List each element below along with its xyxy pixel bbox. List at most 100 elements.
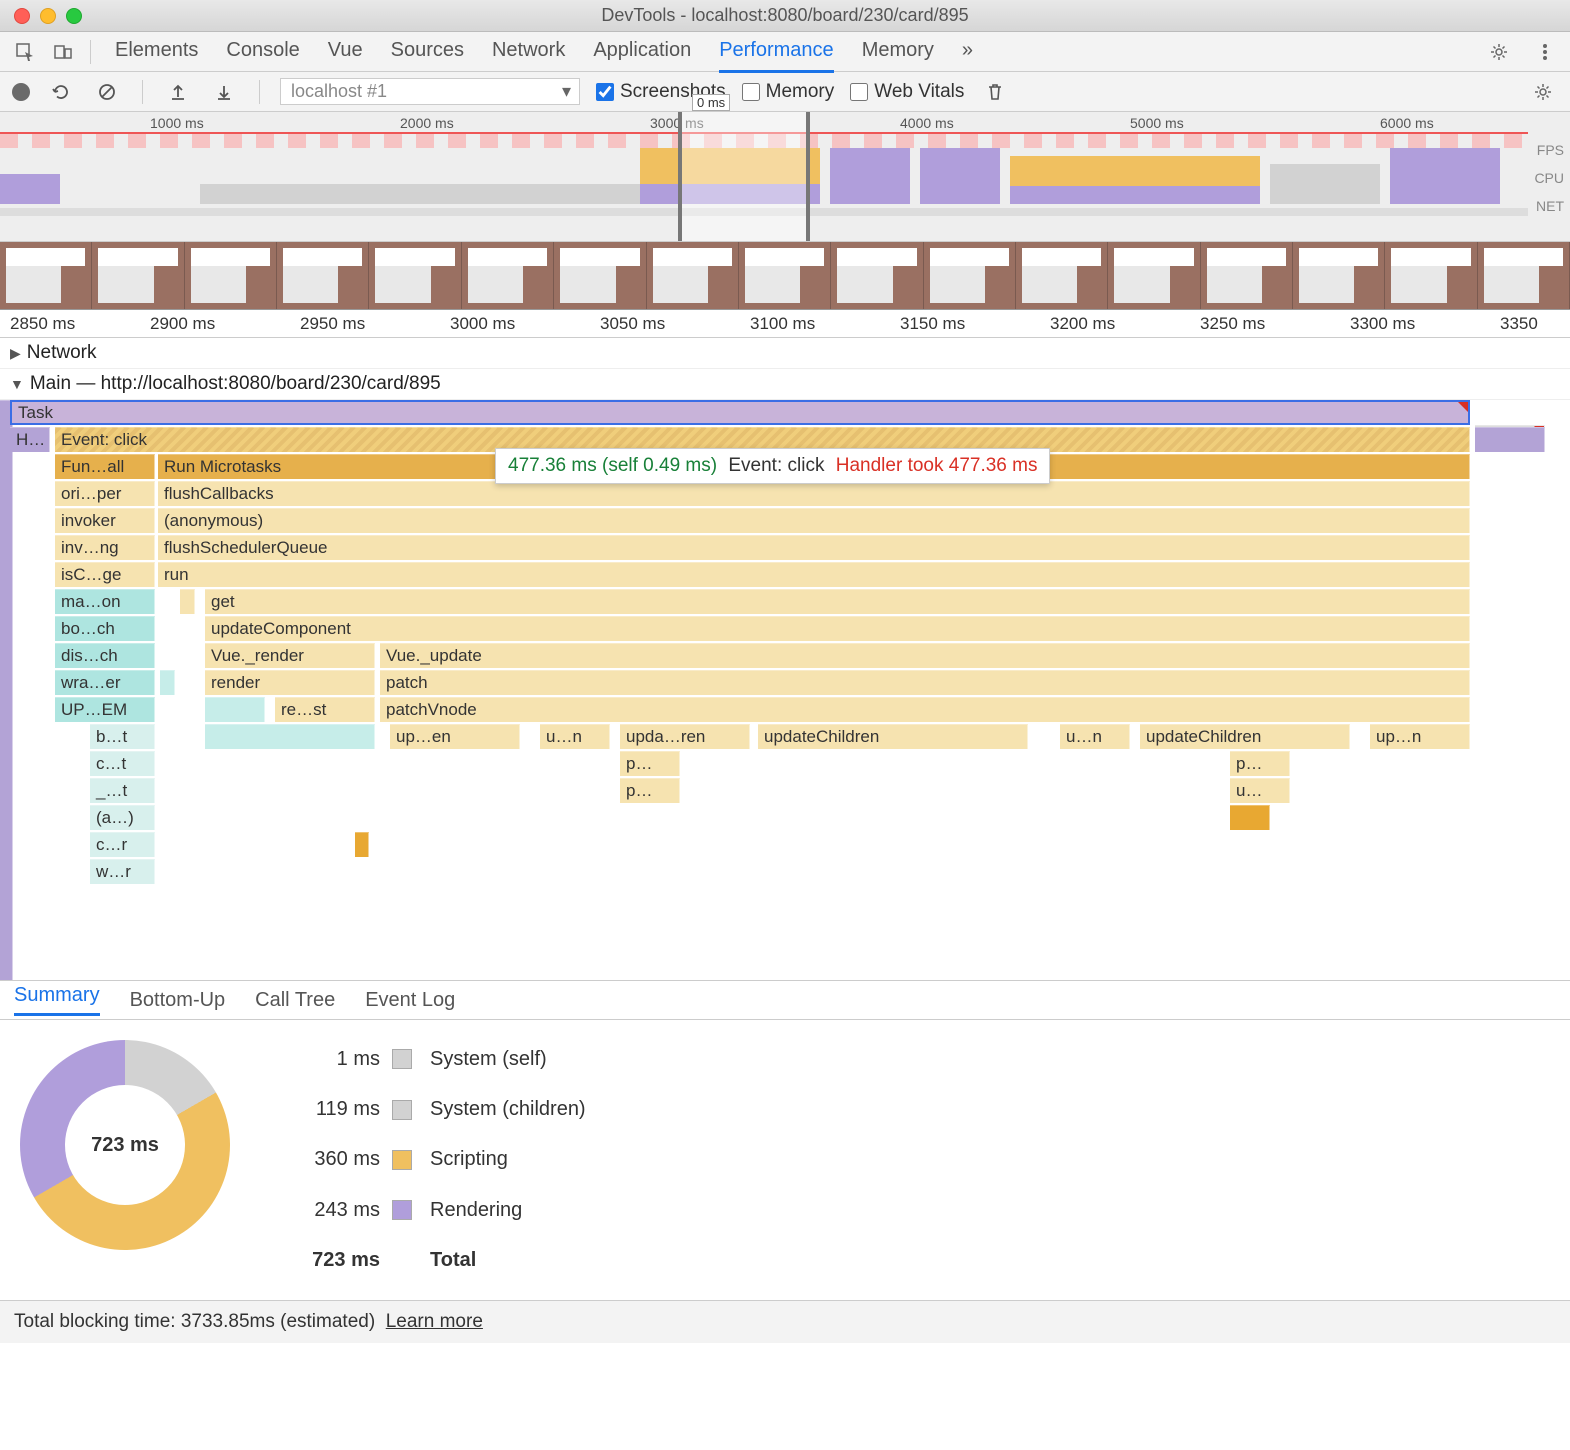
- screenshot-strip[interactable]: [0, 242, 1570, 310]
- screenshot-thumb[interactable]: [369, 242, 461, 309]
- tab-event-log[interactable]: Event Log: [365, 989, 455, 1012]
- screenshot-thumb[interactable]: [462, 242, 554, 309]
- flame-entry[interactable]: [160, 670, 175, 695]
- screenshot-thumb[interactable]: [1108, 242, 1200, 309]
- flame-entry[interactable]: p…: [620, 751, 680, 776]
- flame-entry[interactable]: p…: [1230, 751, 1290, 776]
- memory-checkbox-input[interactable]: [742, 83, 760, 101]
- flame-entry[interactable]: w…r: [90, 859, 155, 884]
- flame-entry[interactable]: [205, 697, 265, 722]
- flame-entry[interactable]: re…st: [275, 697, 375, 722]
- panel-settings-icon[interactable]: [1528, 77, 1558, 107]
- flame-entry[interactable]: render: [205, 670, 375, 695]
- screenshot-thumb[interactable]: [554, 242, 646, 309]
- flame-entry[interactable]: c…t: [90, 751, 155, 776]
- screenshot-thumb[interactable]: [831, 242, 923, 309]
- screenshot-thumb[interactable]: [1385, 242, 1477, 309]
- flame-entry[interactable]: (a…): [90, 805, 155, 830]
- screenshot-thumb[interactable]: [739, 242, 831, 309]
- flame-entry[interactable]: [180, 589, 195, 614]
- inspect-icon[interactable]: [10, 37, 40, 67]
- device-toggle-icon[interactable]: [48, 37, 78, 67]
- tab-sources[interactable]: Sources: [391, 31, 464, 73]
- flame-chart[interactable]: Task Task H… Event: click Fun…all Run Mi…: [0, 400, 1570, 980]
- flame-entry[interactable]: updateChildren: [758, 724, 1028, 749]
- flame-entry[interactable]: Vue._update: [380, 643, 1470, 668]
- trash-icon[interactable]: [980, 77, 1010, 107]
- tab-bottom-up[interactable]: Bottom-Up: [130, 989, 226, 1012]
- tab-summary[interactable]: Summary: [14, 984, 100, 1016]
- flame-entry[interactable]: ma…on: [55, 589, 155, 614]
- screenshots-checkbox-input[interactable]: [596, 83, 614, 101]
- flame-entry[interactable]: u…n: [540, 724, 610, 749]
- screenshot-thumb[interactable]: [277, 242, 369, 309]
- flame-entry[interactable]: [1230, 805, 1270, 830]
- flame-entry[interactable]: UP…EM: [55, 697, 155, 722]
- tab-network[interactable]: Network: [492, 31, 565, 73]
- target-select[interactable]: localhost #1: [280, 78, 580, 105]
- flame-entry[interactable]: up…n: [1370, 724, 1470, 749]
- flame-entry[interactable]: u…n: [1060, 724, 1130, 749]
- screenshot-thumb[interactable]: [924, 242, 1016, 309]
- flame-entry[interactable]: invoker: [55, 508, 155, 533]
- flame-entry[interactable]: run: [158, 562, 1470, 587]
- flame-entry[interactable]: p…: [620, 778, 680, 803]
- clear-icon[interactable]: [92, 77, 122, 107]
- flame-entry[interactable]: u…: [1230, 778, 1290, 803]
- tab-vue[interactable]: Vue: [328, 31, 363, 73]
- flame-task[interactable]: Task: [10, 400, 1470, 425]
- flame-entry[interactable]: dis…ch: [55, 643, 155, 668]
- flame-entry[interactable]: updateComponent: [205, 616, 1470, 641]
- flame-entry[interactable]: inv…ng: [55, 535, 155, 560]
- webvitals-checkbox[interactable]: Web Vitals: [850, 81, 964, 103]
- flame-entry[interactable]: bo…ch: [55, 616, 155, 641]
- flame-entry[interactable]: [205, 724, 375, 749]
- timeline-overview[interactable]: 1000 ms 2000 ms 3000 ms 4000 ms 5000 ms …: [0, 112, 1570, 242]
- tab-application[interactable]: Application: [593, 31, 691, 73]
- flame-entry[interactable]: up…en: [390, 724, 520, 749]
- flame-entry[interactable]: c…r: [90, 832, 155, 857]
- screenshot-thumb[interactable]: [92, 242, 184, 309]
- flame-entry[interactable]: wra…er: [55, 670, 155, 695]
- screenshot-thumb[interactable]: [1478, 242, 1570, 309]
- download-icon[interactable]: [209, 77, 239, 107]
- flame-entry[interactable]: patchVnode: [380, 697, 1470, 722]
- network-track-header[interactable]: ▶ Network: [0, 338, 1570, 369]
- tab-performance[interactable]: Performance: [719, 31, 834, 73]
- detail-ruler[interactable]: 2850 ms 2900 ms 2950 ms 3000 ms 3050 ms …: [0, 310, 1570, 338]
- memory-checkbox[interactable]: Memory: [742, 81, 835, 103]
- flame-entry[interactable]: (anonymous): [158, 508, 1470, 533]
- tab-memory[interactable]: Memory: [862, 31, 934, 73]
- record-button[interactable]: [12, 83, 30, 101]
- overview-selection[interactable]: 0 ms: [678, 112, 810, 241]
- screenshot-thumb[interactable]: [1293, 242, 1385, 309]
- flame-entry[interactable]: ori…per: [55, 481, 155, 506]
- flame-entry[interactable]: _…t: [90, 778, 155, 803]
- flame-entry[interactable]: patch: [380, 670, 1470, 695]
- flame-entry[interactable]: H…: [10, 427, 50, 452]
- tab-console[interactable]: Console: [226, 31, 299, 73]
- screenshot-thumb[interactable]: [1201, 242, 1293, 309]
- flame-entry[interactable]: upda…ren: [620, 724, 750, 749]
- tab-call-tree[interactable]: Call Tree: [255, 989, 335, 1012]
- flame-entry[interactable]: Vue._render: [205, 643, 375, 668]
- screenshot-thumb[interactable]: [647, 242, 739, 309]
- settings-icon[interactable]: [1484, 37, 1514, 67]
- flame-entry[interactable]: b…t: [90, 724, 155, 749]
- flame-entry[interactable]: [355, 832, 369, 857]
- flame-entry[interactable]: isC…ge: [55, 562, 155, 587]
- learn-more-link[interactable]: Learn more: [386, 1311, 483, 1332]
- flame-entry[interactable]: flushCallbacks: [158, 481, 1470, 506]
- flame-entry[interactable]: [1475, 427, 1545, 452]
- upload-icon[interactable]: [163, 77, 193, 107]
- reload-icon[interactable]: [46, 77, 76, 107]
- tab-more[interactable]: »: [962, 31, 973, 73]
- screenshot-thumb[interactable]: [0, 242, 92, 309]
- screenshot-thumb[interactable]: [185, 242, 277, 309]
- main-track-header[interactable]: ▼ Main — http://localhost:8080/board/230…: [0, 369, 1570, 400]
- flame-entry[interactable]: get: [205, 589, 1470, 614]
- kebab-menu-icon[interactable]: [1530, 37, 1560, 67]
- flame-entry[interactable]: flushSchedulerQueue: [158, 535, 1470, 560]
- webvitals-checkbox-input[interactable]: [850, 83, 868, 101]
- screenshot-thumb[interactable]: [1016, 242, 1108, 309]
